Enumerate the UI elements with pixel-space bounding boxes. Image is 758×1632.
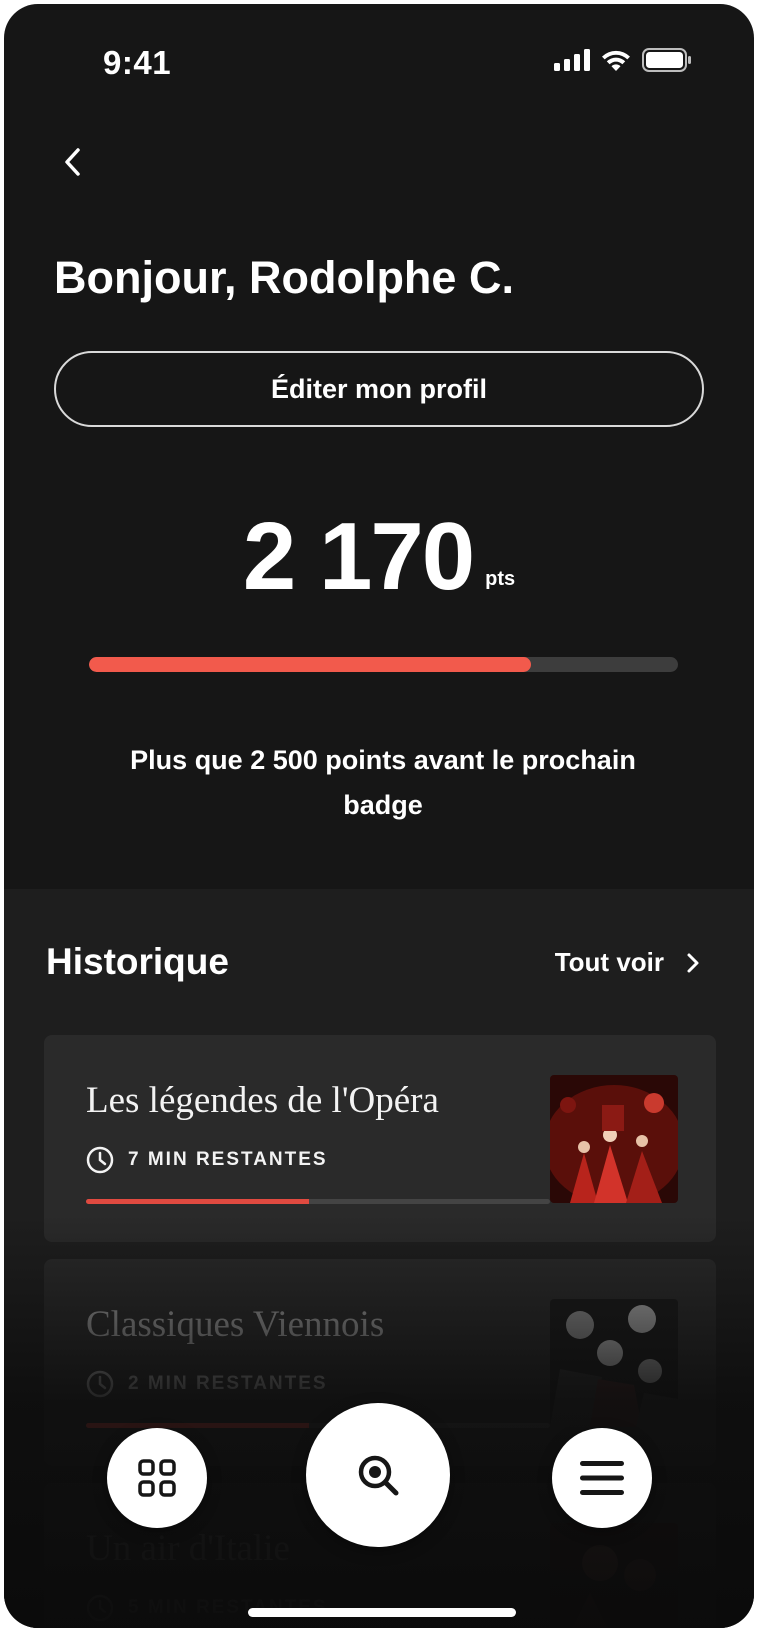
opera-stage-image xyxy=(550,1075,678,1203)
search-icon xyxy=(358,1455,399,1496)
app-screen: 9:41 Bonjour, Rodolphe C. Éditer mon pro… xyxy=(4,4,754,1628)
status-icons xyxy=(554,48,692,72)
points-progress-fill xyxy=(89,657,531,672)
edit-profile-button[interactable]: Éditer mon profil xyxy=(54,351,704,427)
nav-menu-button[interactable] xyxy=(552,1428,652,1528)
italian-opera-image xyxy=(550,1523,678,1628)
card-remaining-label: 7 MIN RESTANTES xyxy=(128,1149,328,1170)
clock-icon xyxy=(86,1594,114,1622)
card-progress-bar xyxy=(86,1199,550,1204)
points-value: 2 170 xyxy=(242,503,475,610)
status-time: 9:41 xyxy=(103,44,172,81)
card-title: Classiques Viennois xyxy=(86,1304,385,1345)
greeting-title: Bonjour, Rodolphe C. xyxy=(54,252,514,303)
points-unit: pts xyxy=(485,568,516,590)
points-progress-bar xyxy=(89,657,678,672)
points-display: 2 170 pts xyxy=(4,509,754,605)
history-title: Historique xyxy=(46,941,229,982)
card-remaining: 2 MIN RESTANTES xyxy=(86,1370,328,1398)
clock-icon xyxy=(86,1146,114,1174)
card-thumbnail xyxy=(550,1299,678,1427)
battery-icon xyxy=(642,48,691,72)
card-remaining-label: 2 MIN RESTANTES xyxy=(128,1373,328,1394)
see-all-link[interactable]: Tout voir xyxy=(555,947,700,978)
card-thumbnail xyxy=(550,1075,678,1203)
nav-grid-button[interactable] xyxy=(107,1428,207,1528)
history-card[interactable]: Les légendes de l'Opéra 7 MIN RESTANTES xyxy=(44,1035,716,1242)
card-thumbnail xyxy=(550,1523,678,1628)
card-title: Les légendes de l'Opéra xyxy=(86,1080,439,1121)
card-progress-fill xyxy=(86,1199,309,1204)
card-remaining: 7 MIN RESTANTES xyxy=(86,1146,328,1174)
home-indicator xyxy=(248,1608,516,1617)
nav-search-button[interactable] xyxy=(306,1403,450,1547)
menu-icon xyxy=(580,1461,624,1495)
clock-icon xyxy=(86,1370,114,1398)
next-badge-message: Plus que 2 500 points avant le prochain … xyxy=(130,745,636,820)
chevron-left-icon xyxy=(65,148,80,176)
viennese-musicians-image xyxy=(550,1299,678,1427)
card-progress-fill xyxy=(86,1423,309,1428)
card-title: Un air d'Italie xyxy=(86,1528,290,1569)
cellular-signal-icon xyxy=(554,49,590,71)
see-all-label: Tout voir xyxy=(554,947,664,977)
grid-icon xyxy=(138,1459,176,1497)
chevron-right-icon xyxy=(687,953,699,972)
back-button[interactable] xyxy=(52,142,92,182)
wifi-icon xyxy=(602,50,630,71)
